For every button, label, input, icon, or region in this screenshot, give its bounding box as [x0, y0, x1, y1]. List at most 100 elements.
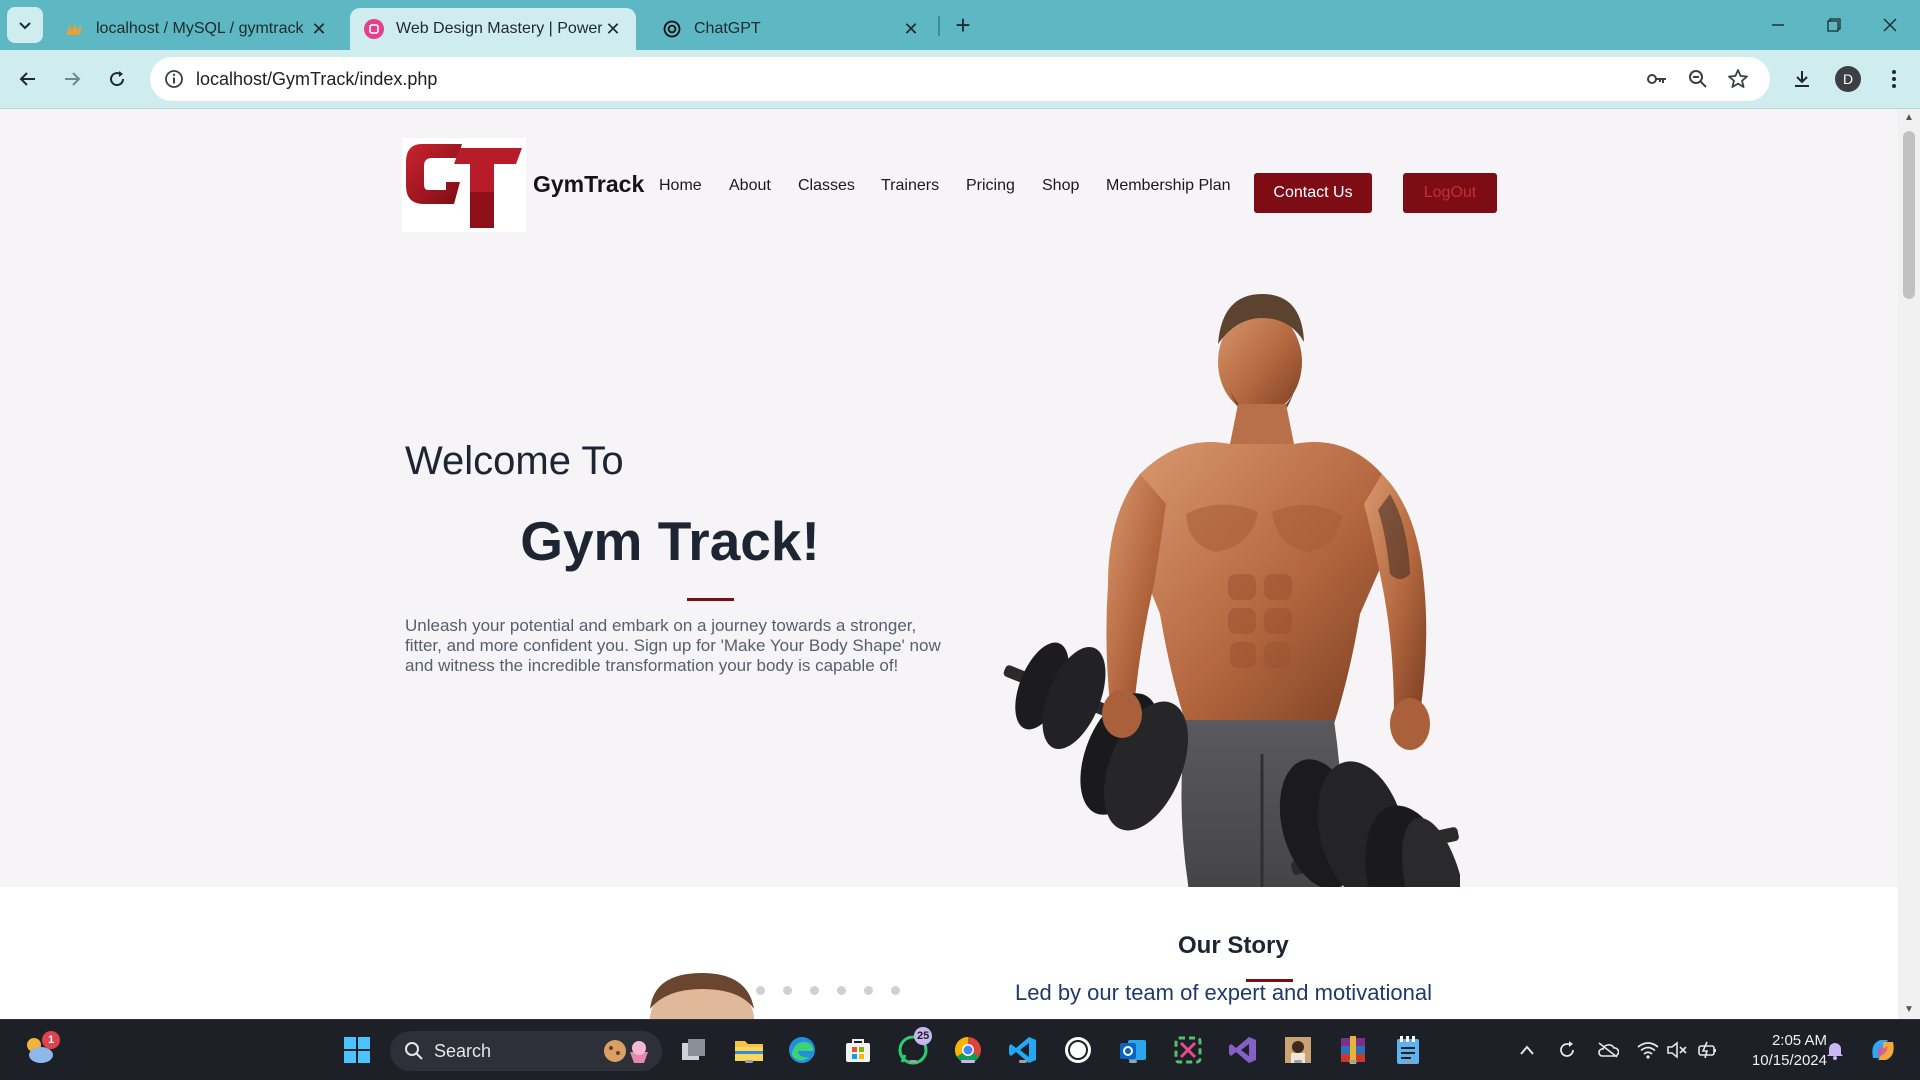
reload-button[interactable] — [97, 59, 137, 99]
system-clock[interactable]: 2:05 AM 10/15/2024 — [1735, 1031, 1827, 1071]
forward-button[interactable] — [52, 59, 92, 99]
profile-button[interactable]: D — [1833, 64, 1863, 94]
nav-about[interactable]: About — [729, 177, 771, 195]
close-tab-icon[interactable]: ✕ — [308, 18, 330, 40]
nav-shop[interactable]: Shop — [1042, 177, 1079, 195]
taskbar-winrar[interactable] — [1336, 1033, 1370, 1067]
scroll-up-icon[interactable]: ▲ — [1904, 113, 1914, 123]
tab-search-button[interactable] — [7, 7, 43, 43]
taskbar-visual-studio[interactable] — [1226, 1033, 1260, 1067]
nav-membership-plan[interactable]: Membership Plan — [1106, 177, 1231, 195]
search-highlight-icon — [604, 1040, 648, 1063]
battery-tray[interactable] — [1697, 1039, 1719, 1061]
running-indicator — [1349, 1060, 1357, 1063]
site-info-icon[interactable] — [162, 67, 186, 91]
taskbar-search[interactable]: Search — [390, 1031, 662, 1071]
close-tab-icon[interactable]: ✕ — [900, 18, 922, 40]
chevron-down-icon — [19, 22, 31, 30]
hero-welcome: Welcome To — [405, 439, 624, 483]
taskbar-task-view[interactable] — [677, 1033, 711, 1067]
taskbar-snipping-tool[interactable] — [1171, 1033, 1205, 1067]
scroll-down-icon[interactable]: ▼ — [1904, 1005, 1914, 1015]
carousel-dot[interactable] — [756, 986, 765, 995]
carousel-dot[interactable] — [810, 986, 819, 995]
search-label: Search — [434, 1040, 492, 1061]
phpmyadmin-icon — [64, 19, 84, 39]
taskbar-outlook[interactable] — [1116, 1033, 1150, 1067]
new-tab-button[interactable]: + — [948, 10, 978, 40]
password-key-icon[interactable] — [1645, 67, 1669, 91]
sync-tray[interactable] — [1556, 1039, 1578, 1061]
gymtrack-logo[interactable] — [402, 138, 526, 232]
taskbar-store[interactable] — [841, 1033, 875, 1067]
running-indicator — [1129, 1060, 1137, 1063]
taskbar-photo-app[interactable] — [1281, 1033, 1315, 1067]
tab-separator — [938, 16, 940, 36]
taskbar-notepad[interactable] — [1391, 1033, 1425, 1067]
tab-phpmyadmin[interactable]: localhost / MySQL / gymtrack / ✕ — [50, 8, 342, 50]
taskbar-whatsapp[interactable] — [1061, 1033, 1095, 1067]
search-icon — [405, 1042, 423, 1060]
scrollbar-thumb[interactable] — [1903, 131, 1915, 299]
contact-us-button[interactable]: Contact Us — [1254, 173, 1372, 213]
carousel-dot[interactable] — [864, 986, 873, 995]
carousel-dots — [756, 986, 900, 995]
close-window-button[interactable] — [1862, 0, 1918, 50]
taskbar-chrome[interactable] — [951, 1033, 985, 1067]
page-scrollbar[interactable]: ▲ ▼ — [1898, 109, 1920, 1019]
nav-pricing[interactable]: Pricing — [966, 177, 1015, 195]
nav-classes[interactable]: Classes — [798, 177, 855, 195]
chevron-up-icon — [1520, 1045, 1534, 1055]
story-title: Our Story — [1178, 932, 1289, 959]
cloud-offline-icon — [1598, 1042, 1619, 1058]
volume-tray[interactable] — [1666, 1039, 1688, 1061]
taskbar-vscode[interactable] — [1006, 1033, 1040, 1067]
battery-charging-icon — [1698, 1041, 1716, 1059]
hero-divider — [687, 598, 734, 601]
onedrive-tray[interactable] — [1597, 1039, 1619, 1061]
address-bar[interactable]: localhost/GymTrack/index.php — [150, 57, 1770, 101]
nav-home[interactable]: Home — [659, 177, 702, 195]
show-hidden-icons[interactable] — [1516, 1039, 1538, 1061]
taskbar-file-explorer[interactable] — [732, 1033, 766, 1067]
logout-button[interactable]: LogOut — [1403, 173, 1497, 213]
download-icon — [1795, 71, 1809, 87]
minimize-button[interactable] — [1750, 0, 1806, 50]
taskbar-edge[interactable] — [785, 1033, 819, 1067]
browser-tab-bar: localhost / MySQL / gymtrack / ✕ Web Des… — [0, 0, 1920, 50]
wifi-tray[interactable] — [1637, 1039, 1659, 1061]
carousel-dot[interactable] — [891, 986, 900, 995]
trainer-portrait-image — [650, 973, 754, 1019]
tab-title: localhost / MySQL / gymtrack / — [96, 20, 308, 37]
whatsapp-badge: 25 — [914, 1027, 933, 1045]
our-story-section: Our Story Led by our team of expert and … — [0, 887, 1898, 1019]
edge-browser-icon — [789, 1037, 815, 1063]
clock-date: 10/15/2024 — [1751, 1052, 1827, 1069]
carousel-dot[interactable] — [837, 986, 846, 995]
back-button[interactable] — [8, 59, 48, 99]
browser-menu-button[interactable] — [1879, 64, 1909, 94]
start-button[interactable] — [340, 1033, 374, 1067]
taskbar-whatsapp-business[interactable]: 25 — [896, 1027, 933, 1067]
minimize-icon — [1772, 24, 1784, 26]
downloads-button[interactable] — [1787, 64, 1817, 94]
nav-trainers[interactable]: Trainers — [881, 177, 939, 195]
tab-title: Web Design Mastery | Power — [396, 20, 602, 37]
copilot-button[interactable] — [1866, 1039, 1900, 1061]
restore-button[interactable] — [1806, 0, 1862, 50]
notifications-tray[interactable] — [1824, 1039, 1846, 1061]
weather-widget[interactable]: 1 — [22, 1031, 60, 1067]
store-icon — [846, 1039, 870, 1062]
tab-web-design-mastery[interactable]: Web Design Mastery | Power ✕ — [350, 8, 636, 50]
brand-name[interactable]: GymTrack — [533, 171, 644, 198]
carousel-dot[interactable] — [783, 986, 792, 995]
running-indicator — [1404, 1060, 1412, 1063]
bookmark-star-icon[interactable] — [1726, 67, 1750, 91]
browser-toolbar: localhost/GymTrack/index.php D — [0, 50, 1920, 109]
hero-title: Gym Track! — [520, 510, 820, 572]
zoom-icon[interactable] — [1686, 67, 1710, 91]
address-url[interactable]: localhost/GymTrack/index.php — [196, 69, 437, 90]
avatar: D — [1835, 66, 1861, 92]
close-tab-icon[interactable]: ✕ — [602, 18, 624, 40]
tab-chatgpt[interactable]: ChatGPT ✕ — [648, 8, 934, 50]
